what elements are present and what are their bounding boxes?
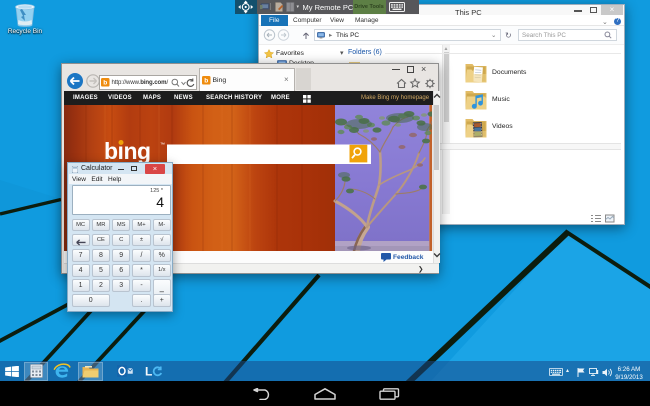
svg-text:™: ™: [160, 142, 165, 148]
svg-text:b: b: [204, 78, 208, 85]
svg-text:b: b: [103, 80, 107, 87]
svg-text:bıng: bıng: [104, 138, 151, 164]
svg-text:L: L: [145, 365, 152, 379]
